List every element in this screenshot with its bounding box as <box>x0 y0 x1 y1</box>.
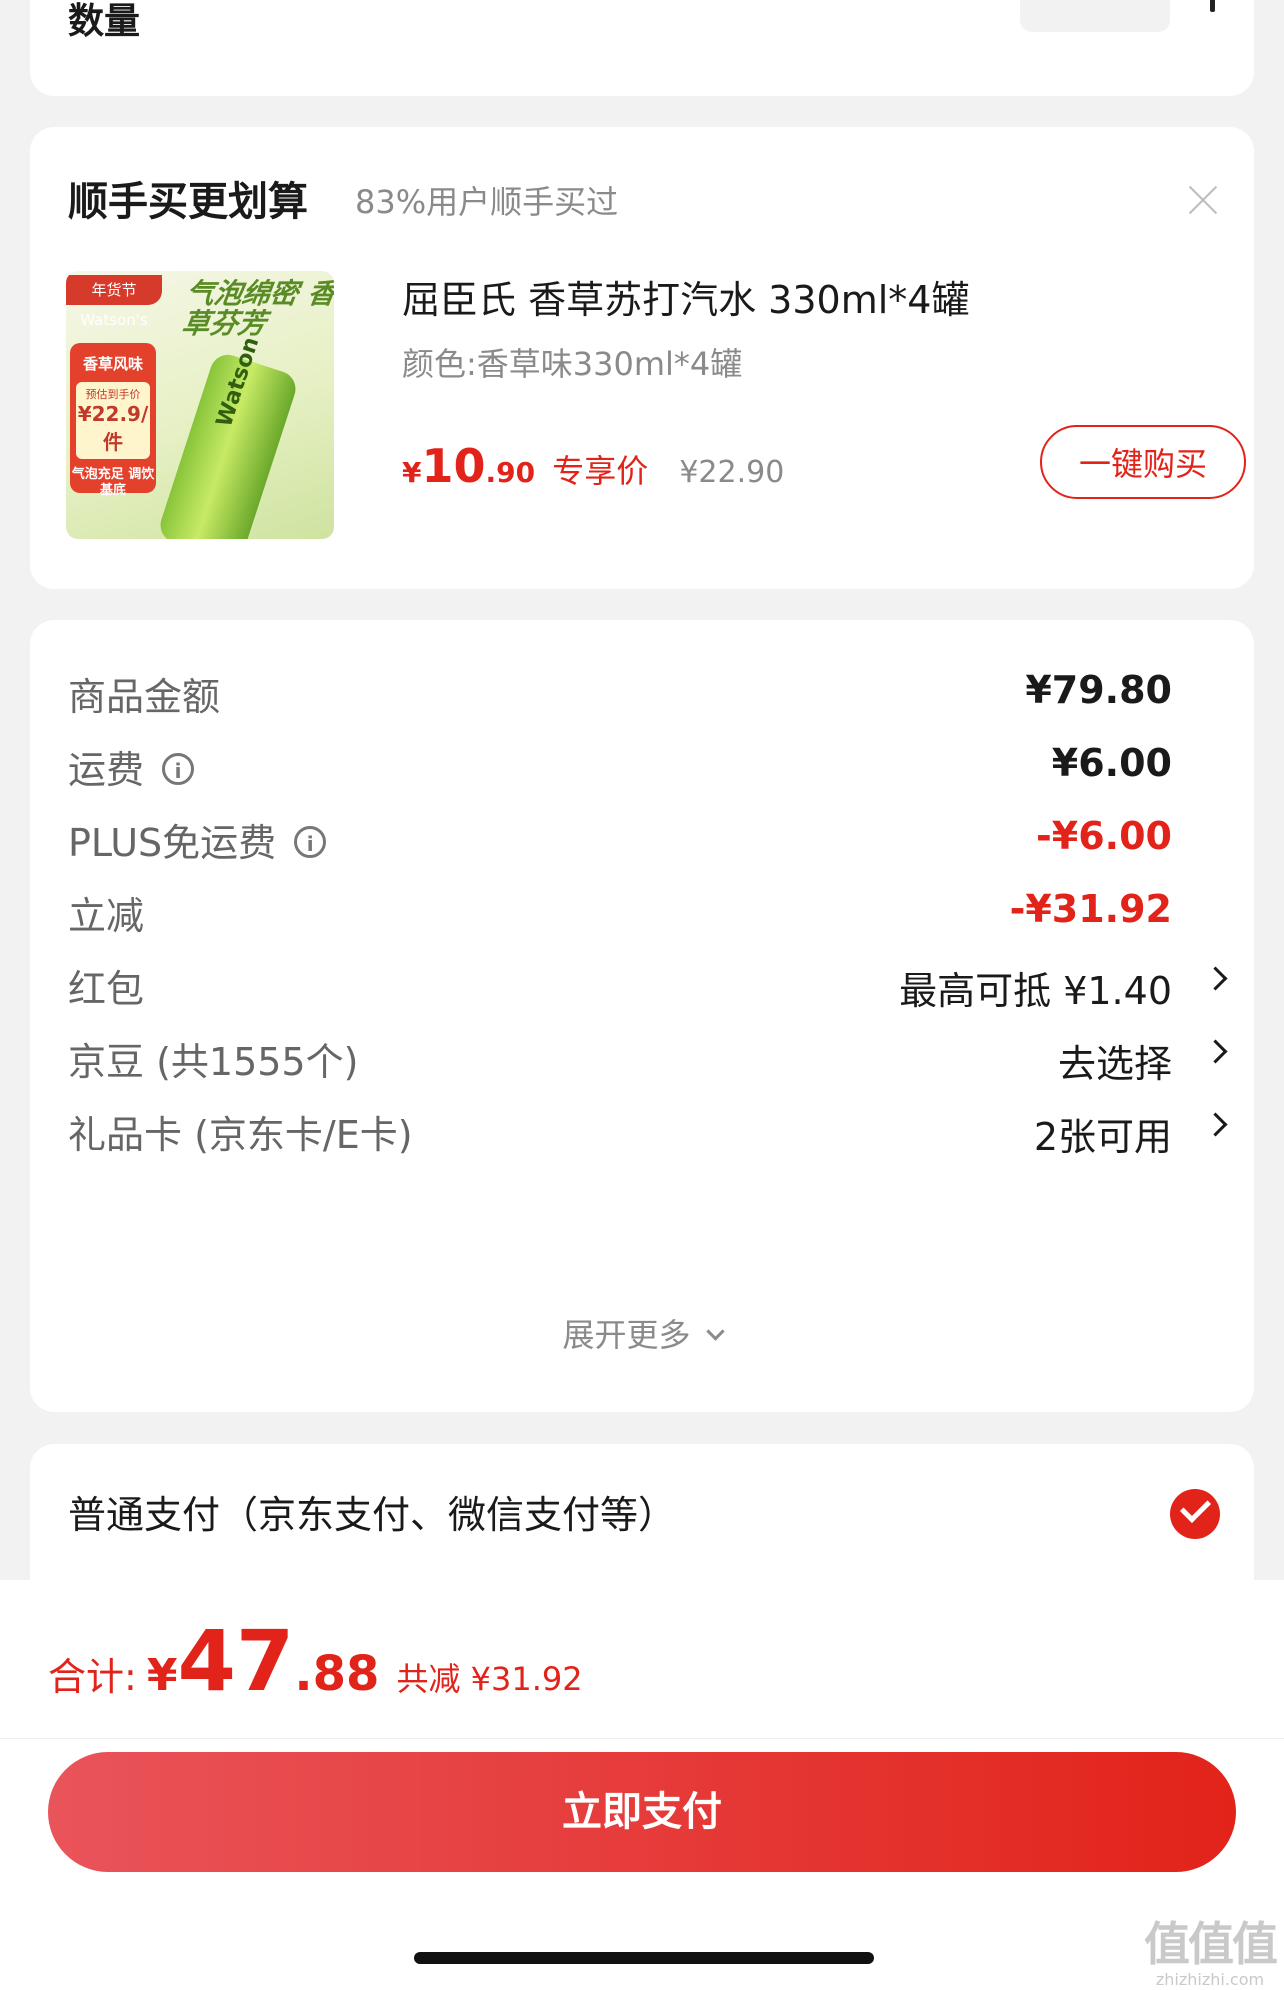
product-title[interactable]: 屈臣氏 香草苏打汽水 330ml*4罐 <box>402 269 969 324</box>
summary-label: 运费 <box>68 748 145 792</box>
can-brand-text: Watson <box>211 334 265 431</box>
watermark-text: 值值值 <box>1144 1917 1278 1971</box>
total-bar: 合计: ¥47.88 共减 ¥31.92 <box>0 1580 1284 1739</box>
home-indicator[interactable] <box>414 1952 874 1964</box>
summary-label: 礼品卡 (京东卡/E卡) <box>68 1113 413 1157</box>
order-total: 合计: ¥47.88 共减 ¥31.92 <box>48 1612 583 1710</box>
image-tag-title: 香草风味 <box>82 355 143 373</box>
chevron-right-icon <box>1203 1112 1228 1137</box>
product-price: ¥10.90 专享价 ¥22.90 <box>402 439 784 493</box>
quantity-input[interactable]: 2 <box>1020 0 1170 32</box>
price-integer: 10 <box>421 439 486 493</box>
chevron-down-icon <box>705 1322 725 1341</box>
payment-method-label: 普通支付（京东支付、微信支付等） <box>68 1493 677 1537</box>
price-label: 专享价 <box>552 452 649 490</box>
order-summary-card: 商品金额 ¥79.80 运费 i ¥6.00 PLUS免运费 i -¥6.00 立减… <box>30 620 1254 1412</box>
upsell-subtitle: 83%用户顺手买过 <box>355 183 619 221</box>
summary-value: 2张可用 <box>1033 1115 1172 1159</box>
quantity-card: 数量 2 <box>30 0 1254 96</box>
summary-label: 商品金额 <box>68 675 221 719</box>
total-decimal: .88 <box>294 1646 380 1702</box>
summary-row-gift-card[interactable]: 礼品卡 (京东卡/E卡) 2张可用 <box>68 1098 1238 1159</box>
info-icon[interactable]: i <box>294 825 327 858</box>
product-spec: 颜色:香草味330ml*4罐 <box>402 345 743 383</box>
summary-row-red-packet[interactable]: 红包 最高可抵 ¥1.40 <box>68 952 1238 1013</box>
pay-now-button[interactable]: 立即支付 <box>48 1752 1236 1872</box>
total-integer: 47 <box>177 1612 295 1710</box>
watermark-logo: 值值值 zhizhizhi.com <box>1140 1908 1280 1989</box>
chevron-right-icon <box>1203 1039 1228 1064</box>
summary-value: 去选择 <box>1057 1042 1172 1086</box>
summary-label: PLUS免运费 <box>68 821 277 865</box>
summary-value: ¥79.80 <box>1025 668 1172 712</box>
summary-value: -¥31.92 <box>1009 887 1172 931</box>
summary-label: 红包 <box>68 967 145 1011</box>
summary-row-shipping: 运费 i ¥6.00 <box>68 733 1238 793</box>
quantity-label: 数量 <box>68 1 141 42</box>
summary-value: 最高可抵 ¥1.40 <box>899 969 1172 1013</box>
increase-quantity-button[interactable] <box>1196 0 1228 12</box>
image-tag-price-label: 预估到手价 <box>85 388 141 401</box>
checkmark-icon[interactable] <box>1170 1489 1220 1539</box>
chevron-right-icon <box>1203 966 1228 991</box>
summary-row-instant-discount: 立减 -¥31.92 <box>68 879 1238 939</box>
upsell-card: 顺手买更划算 83%用户顺手买过 年货节 Watson's 气泡绵密 香草芬芳 … <box>30 127 1254 589</box>
summary-value: -¥6.00 <box>1036 814 1172 858</box>
summary-label: 立减 <box>68 894 145 938</box>
summary-row-jd-beans[interactable]: 京豆 (共1555个) 去选择 <box>68 1025 1238 1086</box>
close-icon[interactable] <box>1188 185 1218 215</box>
price-currency: ¥ <box>402 456 422 489</box>
watermark-url: zhizhizhi.com <box>1155 1970 1265 1989</box>
summary-label: 京豆 (共1555个) <box>68 1040 359 1084</box>
image-badge: 年货节 Watson's <box>66 275 162 329</box>
info-icon[interactable]: i <box>162 752 195 785</box>
checkout-footer: 合计: ¥47.88 共减 ¥31.92 立即支付 值值值 zhizhizhi.c… <box>0 1580 1284 1990</box>
upsell-title: 顺手买更划算 <box>68 179 308 225</box>
one-click-buy-button[interactable]: 一键购买 <box>1040 425 1246 499</box>
total-label: 合计: <box>48 1655 137 1699</box>
expand-more-button[interactable]: 展开更多 <box>30 1310 1254 1356</box>
summary-row-goods-amount: 商品金额 ¥79.80 <box>68 660 1238 720</box>
image-tag-desc: 气泡充足 调饮基底 <box>71 467 155 498</box>
total-currency: ¥ <box>146 1650 178 1701</box>
image-tag-price-box: 预估到手价 ¥22.9/件 <box>76 382 150 459</box>
original-price: ¥22.90 <box>679 455 785 490</box>
product-image[interactable]: 年货节 Watson's 气泡绵密 香草芬芳 香草风味 预估到手价 ¥22.9/… <box>66 271 334 539</box>
summary-row-plus-free-shipping: PLUS免运费 i -¥6.00 <box>68 806 1238 866</box>
summary-value: ¥6.00 <box>1051 741 1172 785</box>
expand-more-label: 展开更多 <box>562 1316 691 1354</box>
soda-can-graphic: Watson <box>155 334 301 539</box>
image-tag-price: ¥22.9/件 <box>77 402 149 454</box>
price-decimal: .90 <box>485 456 536 489</box>
image-price-tag: 香草风味 预估到手价 ¥22.9/件 气泡充足 调饮基底 <box>70 343 156 498</box>
total-saved: 共减 ¥31.92 <box>396 1660 583 1698</box>
image-headline: 气泡绵密 香草芬芳 <box>179 277 334 340</box>
